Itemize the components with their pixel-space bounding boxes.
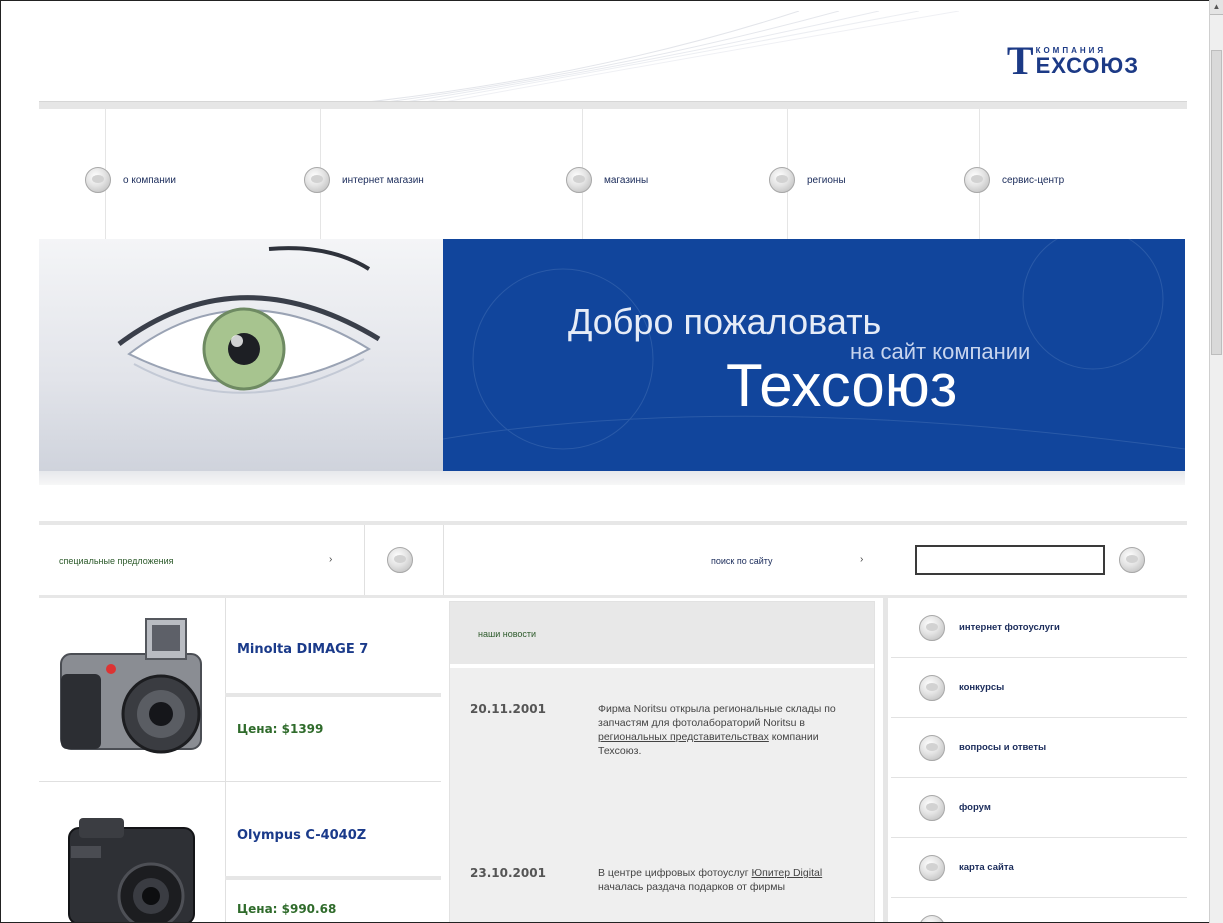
nav-item-about[interactable]: о компании [85, 167, 176, 193]
sidebar-item-label: карта сайта [959, 862, 1014, 873]
product-card: Minolta DIMAGE 7 Цена: $1399 [39, 598, 441, 781]
news-item: 23.10.2001 В центре цифровых фотоуслуг Ю… [470, 866, 860, 922]
eye-image [39, 239, 443, 471]
scrollbar-thumb[interactable] [1211, 50, 1222, 355]
welcome-line-3: Техсоюз [726, 352, 958, 419]
news-date: 23.10.2001 [470, 866, 546, 880]
round-button-icon [566, 167, 592, 193]
camera-image[interactable] [51, 816, 211, 923]
nav-item-regions[interactable]: регионы [769, 167, 846, 193]
sidebar-item-contests[interactable]: конкурсы [891, 658, 1187, 718]
nav-item-label: сервис-центр [1002, 174, 1065, 186]
round-button-icon [964, 167, 990, 193]
sidebar-item-label: конкурсы [959, 682, 1005, 693]
product-name-link[interactable]: Minolta DIMAGE 7 [237, 642, 368, 657]
product-price: Цена: $990.68 [237, 902, 337, 916]
special-offers-link[interactable]: специальные предложения [59, 556, 174, 566]
round-button-icon [919, 734, 945, 761]
nav-item-online-shop[interactable]: интернет магазин [304, 167, 424, 193]
search-button[interactable] [1119, 547, 1145, 573]
nav-item-stores[interactable]: магазины [566, 167, 648, 193]
round-button-icon [919, 914, 945, 922]
eye-icon [117, 246, 381, 394]
news-text-part: Фирма Noritsu открыла региональные склад… [598, 703, 836, 729]
round-button-icon [769, 167, 795, 193]
news-link[interactable]: региональных представительствах [598, 731, 769, 743]
logo-title: ЕХСОЮЗ [1035, 52, 1139, 78]
news-item: 20.11.2001 Фирма Noritsu открыла региона… [470, 702, 860, 832]
nav-item-label: интернет магазин [342, 174, 424, 186]
sidebar-item-sitemap[interactable]: карта сайта [891, 838, 1187, 898]
news-header: наши новости [450, 602, 874, 668]
header-decoration [358, 11, 960, 104]
logo-mark: T [1006, 38, 1034, 83]
search-label: поиск по сайту [711, 556, 773, 566]
sidebar-item-photo-services[interactable]: интернет фотоуслуги [891, 598, 1187, 658]
sidebar: интернет фотоуслуги конкурсы вопросы и о… [891, 598, 1187, 922]
special-offers-button[interactable] [387, 547, 413, 573]
camera-image[interactable] [51, 614, 211, 762]
scroll-up-arrow-icon[interactable]: ▲ [1210, 0, 1223, 15]
company-logo[interactable]: T КОМПАНИЯ ЕХСОЮЗ [1007, 41, 1139, 81]
nav-item-label: магазины [604, 174, 649, 186]
sidebar-item-label: форум [959, 802, 991, 813]
hero-banner: Добро пожаловать на сайт компании Техсою… [39, 239, 1185, 471]
page-frame: T КОМПАНИЯ ЕХСОЮЗ о компании интернет ма… [0, 0, 1210, 923]
product-price: Цена: $1399 [237, 722, 324, 736]
news-text-part: В центре цифровых фотоуслуг [598, 867, 752, 879]
round-button-icon [919, 854, 945, 881]
round-button-icon [919, 614, 945, 641]
news-text-part: началась раздача подарков от фирмы [598, 881, 786, 893]
sidebar-item-more[interactable] [891, 898, 1187, 922]
product-card: Olympus C-4040Z Цена: $990.68 [39, 782, 441, 923]
toolbar-divider [364, 525, 365, 595]
round-button-icon [304, 167, 330, 193]
product-list: Minolta DIMAGE 7 Цена: $1399 Olympus C-4… [39, 598, 441, 923]
round-button-icon [85, 167, 111, 193]
news-title[interactable]: наши новости [478, 629, 536, 639]
round-button-icon [919, 794, 945, 821]
nav-item-service-center[interactable]: сервис-центр [964, 167, 1064, 193]
welcome-line-1: Добро пожаловать [568, 301, 882, 342]
news-link[interactable]: Юпитер Digital [752, 867, 823, 879]
arrow-right-icon: › [329, 554, 333, 565]
arrow-right-icon: › [860, 554, 864, 565]
nav-item-label: о компании [123, 174, 176, 186]
vertical-scrollbar[interactable]: ▲ [1209, 0, 1223, 923]
sidebar-item-forum[interactable]: форум [891, 778, 1187, 838]
product-divider [225, 876, 441, 880]
sidebar-item-label: интернет фотоуслуги [959, 622, 1060, 633]
toolbar: специальные предложения › поиск по сайту… [39, 525, 1187, 598]
news-panel: наши новости 20.11.2001 Фирма Noritsu от… [449, 601, 875, 922]
news-date: 20.11.2001 [470, 702, 546, 716]
main-nav: о компании интернет магазин магазины рег… [39, 109, 1187, 239]
hero-bottom-strip [39, 471, 1185, 485]
search-input[interactable] [915, 545, 1105, 575]
round-button-icon [919, 674, 945, 701]
sidebar-divider [883, 598, 888, 922]
news-text: В центре цифровых фотоуслуг Юпитер Digit… [598, 866, 860, 894]
product-divider [225, 693, 441, 697]
sidebar-item-faq[interactable]: вопросы и ответы [891, 718, 1187, 778]
toolbar-divider [443, 525, 444, 595]
news-text: Фирма Noritsu открыла региональные склад… [598, 702, 860, 758]
welcome-panel: Добро пожаловать на сайт компании Техсою… [443, 239, 1185, 471]
nav-item-label: регионы [807, 174, 846, 186]
header: T КОМПАНИЯ ЕХСОЮЗ [39, 11, 1187, 104]
product-name-link[interactable]: Olympus C-4040Z [237, 828, 366, 843]
sidebar-item-label: вопросы и ответы [959, 742, 1047, 753]
